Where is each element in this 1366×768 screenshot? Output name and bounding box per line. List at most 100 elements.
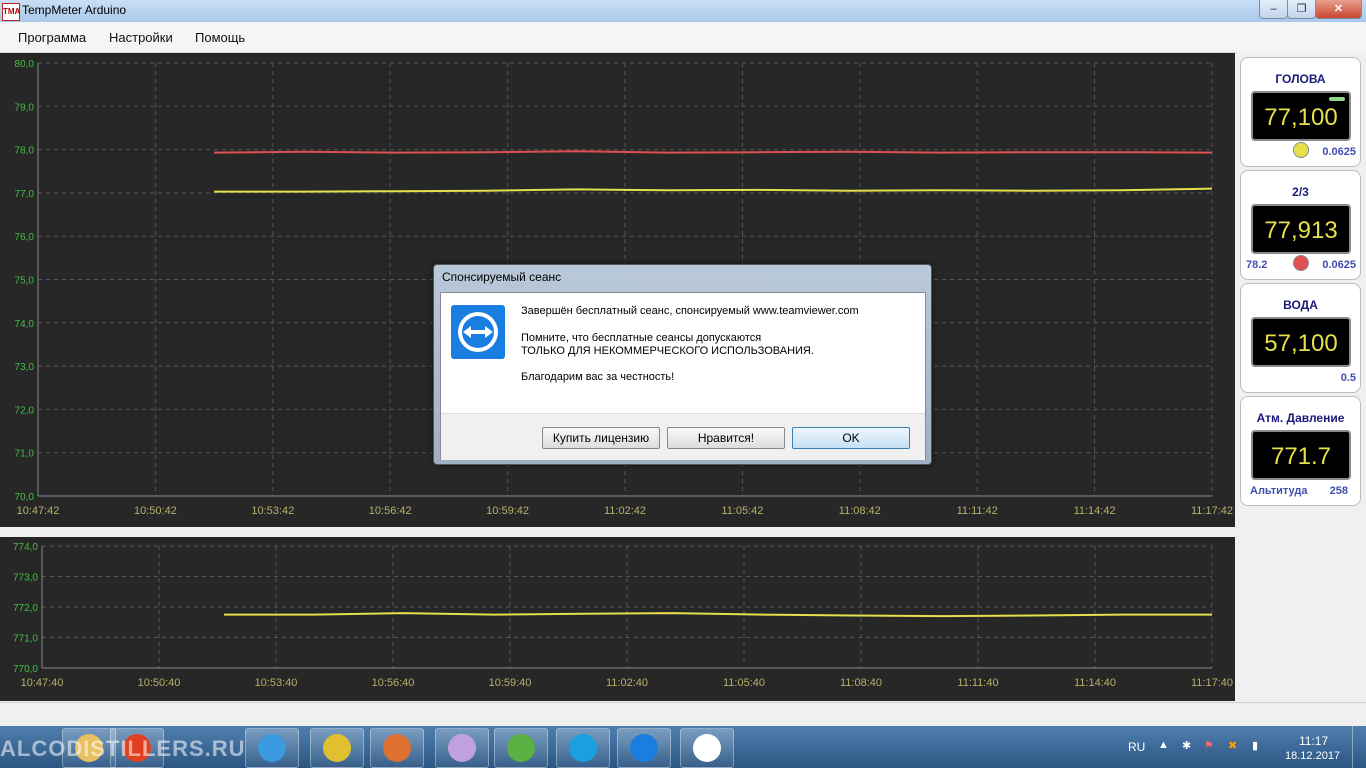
title-bar: TMA TempMeter Arduino – ❐ ✕ bbox=[0, 0, 1366, 22]
x-tick-label: 10:59:42 bbox=[486, 505, 529, 517]
x-tick-label: 11:08:42 bbox=[839, 505, 881, 517]
watermark: ALCODISTILLERS.RU bbox=[0, 736, 246, 761]
x-tick-label: 11:02:40 bbox=[606, 677, 648, 689]
x-tick-label: 10:47:40 bbox=[21, 677, 64, 689]
sensor-display: 771.7 bbox=[1251, 430, 1351, 480]
y-tick-label: 75,0 bbox=[15, 276, 35, 287]
y-tick-label: 770,0 bbox=[13, 664, 38, 675]
series-line bbox=[214, 187, 1213, 193]
sensor-display: 57,100 bbox=[1251, 317, 1351, 367]
window-title: TempMeter Arduino bbox=[22, 3, 127, 17]
x-tick-label: 11:17:42 bbox=[1191, 505, 1233, 517]
y-tick-label: 77,0 bbox=[15, 189, 35, 200]
minimize-button[interactable]: – bbox=[1259, 0, 1288, 19]
y-tick-label: 71,0 bbox=[15, 449, 35, 460]
ok-button[interactable]: OK bbox=[792, 427, 910, 449]
signal-icon[interactable]: ▮ bbox=[1252, 739, 1258, 752]
restore-button[interactable]: ❐ bbox=[1287, 0, 1316, 19]
x-tick-label: 10:56:40 bbox=[372, 677, 415, 689]
sensor-display: 77,100 bbox=[1251, 91, 1351, 141]
status-led bbox=[1329, 97, 1345, 101]
x-tick-label: 10:56:42 bbox=[369, 505, 412, 517]
media-icon bbox=[383, 734, 411, 762]
sensor-card-pressure: Атм. Давление 771.7 Альтитуда 258 bbox=[1240, 396, 1361, 506]
sensor-title: Атм. Давление bbox=[1256, 411, 1345, 425]
taskbar-button[interactable] bbox=[245, 728, 299, 768]
menu-bar: Программа Настройки Помощь bbox=[0, 22, 1366, 53]
action-center-icon[interactable]: ✖ bbox=[1228, 739, 1237, 752]
pressure-chart: 774,0 773,0 772,0 771,0 770,0 10:47:40 10:50:4… bbox=[13, 542, 1233, 689]
pressure-chart-panel: 774,0 773,0 772,0 771,0 770,0 10:47:40 10:50:4… bbox=[0, 537, 1235, 701]
y-tick-label: 772,0 bbox=[13, 603, 38, 614]
teamviewer-logo-icon bbox=[451, 305, 505, 359]
series-line bbox=[224, 612, 1212, 618]
sensor-value: 57,100 bbox=[1264, 330, 1338, 357]
dialog-body: Завершён бесплатный сеанс, спонсируемый … bbox=[440, 292, 926, 460]
sensor-resolution: 0.0625 bbox=[1322, 146, 1356, 158]
taskbar-button[interactable] bbox=[617, 728, 671, 768]
utorrent-icon bbox=[507, 734, 535, 762]
taskbar-button[interactable] bbox=[370, 728, 424, 768]
bluetooth-icon[interactable]: ✱ bbox=[1182, 739, 1191, 752]
menu-settings[interactable]: Настройки bbox=[109, 30, 173, 45]
ie-icon bbox=[258, 734, 286, 762]
sensor-title: ГОЛОВА bbox=[1275, 72, 1326, 86]
taskbar-button[interactable] bbox=[494, 728, 548, 768]
tempmeter-icon bbox=[693, 734, 721, 762]
series-color-dot[interactable] bbox=[1293, 142, 1309, 158]
x-tick-label: 10:47:42 bbox=[17, 505, 60, 517]
x-tick-label: 10:50:42 bbox=[134, 505, 177, 517]
y-tick-label: 76,0 bbox=[15, 232, 35, 243]
dialog-message-4: Благодарим вас за честность! bbox=[521, 371, 675, 383]
paint-icon bbox=[448, 734, 476, 762]
x-tick-label: 11:02:42 bbox=[604, 505, 646, 517]
x-tick-label: 11:14:40 bbox=[1074, 677, 1116, 689]
y-tick-label: 74,0 bbox=[15, 319, 35, 330]
y-tick-label: 771,0 bbox=[13, 634, 38, 645]
dialog-message-2: Помните, что бесплатные сеансы допускают… bbox=[521, 332, 762, 344]
x-tick-label: 11:14:42 bbox=[1074, 505, 1116, 517]
taskbar-button[interactable] bbox=[556, 728, 610, 768]
altitude-label: Альтитуда bbox=[1250, 485, 1308, 497]
x-tick-label: 11:11:40 bbox=[957, 677, 998, 689]
x-tick-label: 11:17:40 bbox=[1191, 677, 1233, 689]
x-tick-label: 10:53:40 bbox=[255, 677, 298, 689]
y-tick-label: 773,0 bbox=[13, 573, 38, 584]
sensor-sidebar: ГОЛОВА 77,100 0.0625 2/3 77,913 78.2 0.0… bbox=[1237, 52, 1366, 702]
y-tick-label: 78,0 bbox=[15, 146, 35, 157]
status-bar bbox=[0, 702, 1366, 727]
show-hidden-icons[interactable]: ▲ bbox=[1158, 739, 1169, 751]
language-indicator[interactable]: RU bbox=[1128, 740, 1145, 754]
sensor-value: 771.7 bbox=[1270, 443, 1332, 470]
sensor-resolution: 0.0625 bbox=[1322, 259, 1356, 271]
network-warning-icon[interactable]: ⚑ bbox=[1204, 739, 1214, 752]
sensor-title: 2/3 bbox=[1292, 185, 1309, 199]
buy-license-button[interactable]: Купить лицензию bbox=[542, 427, 660, 449]
sensor-title: ВОДА bbox=[1283, 298, 1318, 312]
altitude-value: 258 bbox=[1329, 485, 1348, 497]
dialog-message-3: ТОЛЬКО ДЛЯ НЕКОММЕРЧЕСКОГО ИСПОЛЬЗОВАНИЯ… bbox=[521, 345, 814, 357]
taskbar-button[interactable] bbox=[680, 728, 734, 768]
close-button[interactable]: ✕ bbox=[1315, 0, 1362, 19]
y-tick-label: 73,0 bbox=[15, 362, 35, 373]
chart-splitter[interactable] bbox=[0, 527, 1235, 537]
series-color-dot[interactable] bbox=[1293, 255, 1309, 271]
x-tick-label: 10:59:40 bbox=[489, 677, 532, 689]
menu-help[interactable]: Помощь bbox=[195, 30, 245, 45]
clock-date[interactable]: 18.12.2017 bbox=[1285, 750, 1340, 762]
x-tick-label: 10:53:42 bbox=[251, 505, 294, 517]
dialog-footer: Купить лицензию Нравится! OK bbox=[441, 413, 925, 460]
sensor-card-water: ВОДА 57,100 0.5 bbox=[1240, 283, 1361, 393]
like-button[interactable]: Нравится! bbox=[667, 427, 785, 449]
show-desktop-button[interactable] bbox=[1352, 726, 1366, 768]
x-tick-label: 11:05:42 bbox=[721, 505, 763, 517]
sensor-resolution: 0.5 bbox=[1340, 372, 1356, 384]
x-tick-label: 11:08:40 bbox=[840, 677, 882, 689]
clock-time[interactable]: 11:17 bbox=[1299, 734, 1328, 748]
taskbar-button[interactable] bbox=[310, 728, 364, 768]
taskbar-button[interactable] bbox=[435, 728, 489, 768]
y-tick-label: 79,0 bbox=[15, 102, 35, 113]
menu-program[interactable]: Программа bbox=[18, 30, 86, 45]
dialog-title: Спонсируемый сеанс bbox=[442, 270, 562, 284]
sensor-setpoint: 78.2 bbox=[1246, 259, 1268, 271]
